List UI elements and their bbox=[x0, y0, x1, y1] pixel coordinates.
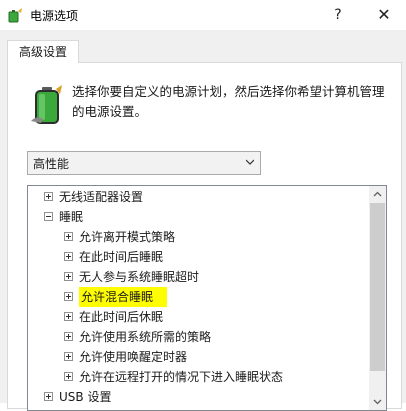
power-plan-value: 高性能 bbox=[33, 157, 70, 171]
dialog-body: 高级设置 选择你要自定义的电源计划，然后选择你希望计算机管理的电源设置。 高性能… bbox=[0, 30, 406, 411]
collapse-icon[interactable] bbox=[44, 212, 53, 221]
tree-row[interactable]: 允许离开模式策略 bbox=[28, 227, 368, 247]
tree-item-label: 允许离开模式策略 bbox=[79, 230, 176, 244]
tree-item-label: 睡眠 bbox=[59, 210, 84, 224]
close-button[interactable]: ✕ bbox=[370, 4, 398, 26]
help-button[interactable]: ? bbox=[324, 4, 352, 26]
scroll-down-arrow-icon[interactable] bbox=[369, 393, 386, 410]
expand-icon[interactable] bbox=[64, 332, 73, 341]
expand-icon[interactable] bbox=[64, 252, 73, 261]
expand-icon[interactable] bbox=[64, 372, 73, 381]
tree-row[interactable]: 允许使用唤醒定时器 bbox=[28, 347, 368, 367]
tree-row[interactable]: 在此时间后休眠 bbox=[28, 307, 368, 327]
expand-icon[interactable] bbox=[64, 292, 73, 301]
tree-item-label: 在此时间后睡眠 bbox=[79, 250, 164, 264]
tree-row[interactable]: USB 设置 bbox=[28, 387, 368, 407]
tree-item-label: 允许使用系统所需的策略 bbox=[79, 330, 212, 344]
tree-row[interactable]: 允许使用系统所需的策略 bbox=[28, 327, 368, 347]
expand-icon[interactable] bbox=[64, 352, 73, 361]
expand-icon[interactable] bbox=[44, 192, 53, 201]
tree-item-label: 允许混合睡眠 bbox=[79, 287, 168, 307]
expand-icon[interactable] bbox=[64, 272, 73, 281]
tree-item-label: 无人参与系统睡眠超时 bbox=[79, 270, 200, 284]
tree-row[interactable]: 在此时间后睡眠 bbox=[28, 247, 368, 267]
window-title: 电源选项 bbox=[30, 9, 79, 23]
scrollbar-thumb[interactable] bbox=[370, 203, 385, 371]
tree-row[interactable]: 无人参与系统睡眠超时 bbox=[28, 267, 368, 287]
tab-advanced-settings[interactable]: 高级设置 bbox=[7, 40, 79, 63]
plan-description: 选择你要自定义的电源计划，然后选择你希望计算机管理的电源设置。 bbox=[72, 84, 385, 119]
power-plan-select[interactable]: 高性能 bbox=[27, 151, 261, 175]
settings-panel: 选择你要自定义的电源计划，然后选择你希望计算机管理的电源设置。 高性能 无线适配… bbox=[7, 62, 402, 411]
tree-row[interactable]: 睡眠 bbox=[28, 207, 368, 227]
chevron-down-icon bbox=[246, 159, 254, 165]
vertical-scrollbar[interactable] bbox=[369, 186, 386, 410]
expand-icon[interactable] bbox=[64, 232, 73, 241]
expand-icon[interactable] bbox=[64, 312, 73, 321]
battery-plan-icon bbox=[31, 85, 62, 124]
tree-row[interactable]: 允许在远程打开的情况下进入睡眠状态 bbox=[28, 367, 368, 387]
expand-icon[interactable] bbox=[44, 392, 53, 401]
tree-item-label: 允许在远程打开的情况下进入睡眠状态 bbox=[79, 370, 284, 384]
tree-item-label: USB 设置 bbox=[59, 390, 112, 404]
settings-tree[interactable]: 无线适配器设置 睡眠允许离开模式策略 在此时间后睡眠无人参与系统睡眠超时允许混合睡眠… bbox=[27, 185, 387, 411]
tree-row[interactable]: 允许混合睡眠 bbox=[28, 287, 368, 307]
tree-item-label: 在此时间后休眠 bbox=[79, 310, 164, 324]
tree-row[interactable]: 无线适配器设置 bbox=[28, 187, 368, 207]
power-options-icon bbox=[8, 8, 22, 23]
tree-item-label: 允许使用唤醒定时器 bbox=[79, 350, 188, 364]
scroll-up-arrow-icon[interactable] bbox=[369, 186, 386, 203]
tree-item-label: 无线适配器设置 bbox=[59, 190, 144, 204]
title-bar: 电源选项 ? ✕ bbox=[0, 0, 406, 30]
